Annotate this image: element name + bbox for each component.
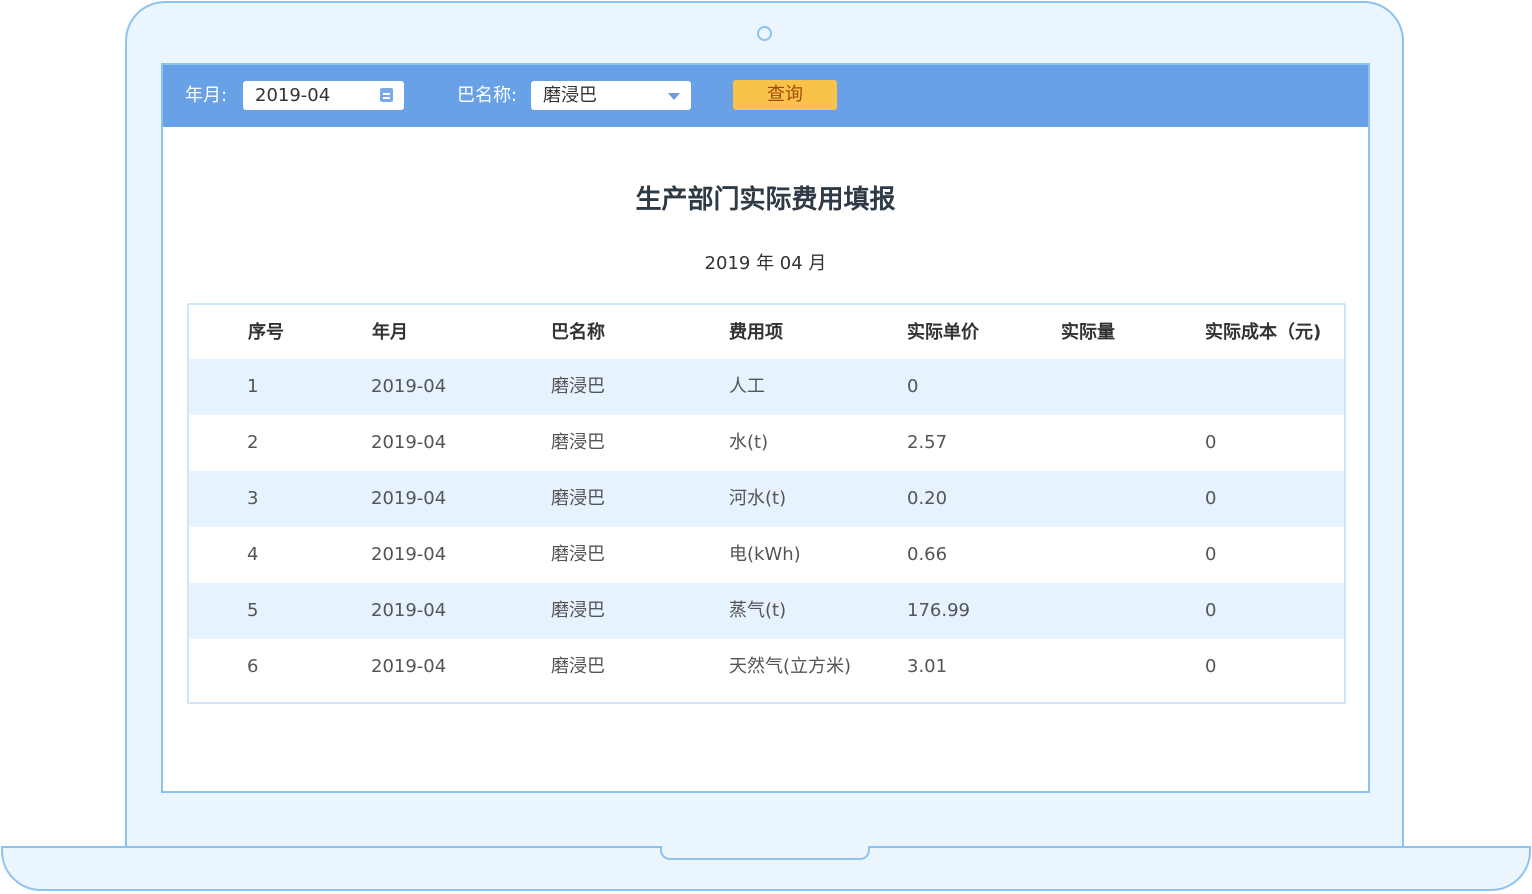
table-row[interactable]: 5 2019-04 磨浸巴 蒸气(t) 176.99 0 bbox=[189, 583, 1344, 639]
cell-month: 2019-04 bbox=[371, 544, 447, 565]
query-button[interactable]: 查询 bbox=[733, 80, 837, 110]
month-value: 2019-04 bbox=[255, 85, 331, 106]
cell-month: 2019-04 bbox=[371, 432, 447, 453]
column-header-month: 年月 bbox=[372, 322, 408, 343]
cell-actual-cost: 0 bbox=[1205, 544, 1217, 565]
cell-month: 2019-04 bbox=[371, 376, 447, 397]
cell-unit-price: 2.57 bbox=[907, 432, 948, 453]
month-picker[interactable]: 2019-04 bbox=[243, 81, 404, 110]
report-subtitle: 2019 年 04 月 bbox=[704, 253, 827, 274]
table-row[interactable]: 1 2019-04 磨浸巴 人工 0 bbox=[189, 359, 1344, 415]
cell-actual-cost: 0 bbox=[1205, 600, 1217, 621]
table-row[interactable]: 4 2019-04 磨浸巴 电(kWh) 0.66 0 bbox=[189, 527, 1344, 583]
column-header-name: 巴名称 bbox=[551, 322, 605, 343]
cell-actual-cost: 0 bbox=[1205, 432, 1217, 453]
cell-cost-item: 电(kWh) bbox=[729, 544, 801, 565]
cell-name: 磨浸巴 bbox=[551, 600, 605, 621]
cell-month: 2019-04 bbox=[371, 488, 447, 509]
cell-month: 2019-04 bbox=[371, 656, 447, 677]
table-row[interactable]: 6 2019-04 磨浸巴 天然气(立方米) 3.01 0 bbox=[189, 639, 1344, 695]
cost-table: 序号 年月 巴名称 费用项 实际单价 实际量 实际成本（元) 1 2019-04… bbox=[187, 303, 1346, 704]
name-value: 磨浸巴 bbox=[543, 85, 597, 106]
cell-actual-cost: 0 bbox=[1205, 488, 1217, 509]
cell-index: 6 bbox=[247, 656, 259, 677]
table-header-row: 序号 年月 巴名称 费用项 实际单价 实际量 实际成本（元) bbox=[189, 305, 1344, 361]
cell-index: 5 bbox=[247, 600, 259, 621]
month-label: 年月: bbox=[185, 85, 228, 106]
table-row[interactable]: 3 2019-04 磨浸巴 河水(t) 0.20 0 bbox=[189, 471, 1344, 527]
filter-toolbar: 年月: 2019-04 巴名称: 磨浸巴 查询 bbox=[163, 65, 1368, 127]
column-header-index: 序号 bbox=[248, 322, 284, 343]
cell-index: 3 bbox=[247, 488, 259, 509]
cell-month: 2019-04 bbox=[371, 600, 447, 621]
name-label: 巴名称: bbox=[457, 85, 518, 106]
column-header-quantity: 实际量 bbox=[1061, 322, 1115, 343]
column-header-cost-item: 费用项 bbox=[729, 322, 783, 343]
cell-name: 磨浸巴 bbox=[551, 376, 605, 397]
cell-index: 2 bbox=[247, 432, 259, 453]
cell-name: 磨浸巴 bbox=[551, 432, 605, 453]
cell-cost-item: 天然气(立方米) bbox=[729, 656, 852, 677]
camera-icon bbox=[757, 26, 772, 41]
cell-unit-price: 0 bbox=[907, 376, 919, 397]
cell-cost-item: 人工 bbox=[729, 376, 765, 397]
cell-name: 磨浸巴 bbox=[551, 544, 605, 565]
cell-unit-price: 176.99 bbox=[907, 600, 970, 621]
cell-name: 磨浸巴 bbox=[551, 488, 605, 509]
name-select[interactable]: 磨浸巴 bbox=[531, 81, 691, 110]
cell-index: 4 bbox=[247, 544, 259, 565]
column-header-unit-price: 实际单价 bbox=[907, 322, 979, 343]
cell-cost-item: 蒸气(t) bbox=[729, 600, 787, 621]
cell-actual-cost: 0 bbox=[1205, 656, 1217, 677]
cell-name: 磨浸巴 bbox=[551, 656, 605, 677]
screen: 年月: 2019-04 巴名称: 磨浸巴 查询 生产部门实际费用填报 2019 … bbox=[161, 63, 1370, 793]
cell-cost-item: 水(t) bbox=[729, 432, 769, 453]
column-header-actual-cost: 实际成本（元) bbox=[1205, 322, 1322, 343]
cell-unit-price: 0.66 bbox=[907, 544, 948, 565]
cell-unit-price: 3.01 bbox=[907, 656, 948, 677]
table-row[interactable]: 2 2019-04 磨浸巴 水(t) 2.57 0 bbox=[189, 415, 1344, 471]
report-title: 生产部门实际费用填报 bbox=[635, 185, 896, 215]
dropdown-caret-icon[interactable] bbox=[668, 93, 680, 100]
laptop-notch bbox=[660, 846, 870, 860]
calendar-icon[interactable] bbox=[380, 88, 393, 102]
cell-cost-item: 河水(t) bbox=[729, 488, 787, 509]
cell-unit-price: 0.20 bbox=[907, 488, 948, 509]
cell-index: 1 bbox=[247, 376, 259, 397]
